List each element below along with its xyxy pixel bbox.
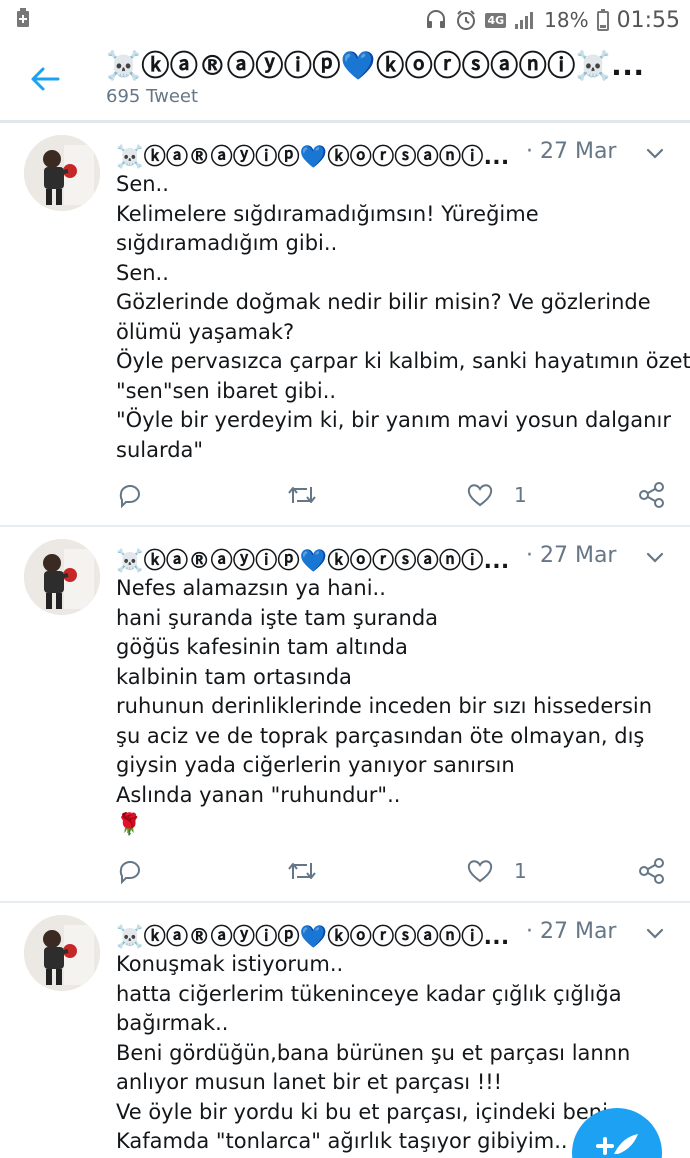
heart-icon: [467, 860, 493, 883]
tweet-line: ruhunun derinliklerinde inceden bir sızı…: [116, 694, 653, 718]
share-button[interactable]: [638, 479, 666, 511]
chevron-down-icon[interactable]: [644, 143, 666, 165]
headphones-icon: [427, 10, 446, 28]
like-count: 1: [514, 859, 527, 883]
battery-percent: 18%: [544, 8, 589, 32]
retweet-button[interactable]: [286, 855, 318, 887]
signal-icon: [515, 12, 534, 29]
tweet-line: Sen..: [116, 260, 169, 285]
battery-saver-icon: [17, 8, 29, 27]
share-button[interactable]: [638, 855, 666, 887]
chevron-down-icon[interactable]: [644, 923, 666, 945]
like-button[interactable]: 1: [466, 479, 527, 511]
tweet-actions: 1: [116, 855, 676, 887]
profile-header: ☠️ⓚⓐ®ⓐⓨⓘⓟ💙ⓚⓞⓡⓢⓐⓝⓘ☠️... 695 Tweet: [0, 40, 690, 120]
tweet[interactable]: ☠️ⓚⓐ®ⓐⓨⓘⓟ💙ⓚⓞⓡⓢⓐⓝⓘ... · 27 Mar Nefes alam…: [0, 527, 690, 899]
tweet-author[interactable]: ☠️ⓚⓐ®ⓐⓨⓘⓟ💙ⓚⓞⓡⓢⓐⓝⓘ...: [116, 919, 516, 951]
network-type: 4G: [485, 12, 507, 28]
alarm-icon: [457, 10, 476, 30]
tweet-line: "sen"sen ibaret gibi..: [116, 378, 337, 403]
tweet-author[interactable]: ☠️ⓚⓐ®ⓐⓨⓘⓟ💙ⓚⓞⓡⓢⓐⓝⓘ...: [116, 543, 516, 575]
retweet-icon: [288, 863, 316, 879]
tweet-line: giysin yada ciğerlerin yanıyor sanırsın: [116, 753, 515, 777]
compose-button[interactable]: [572, 1108, 662, 1158]
tweet-line: Sen..: [116, 172, 169, 196]
profile-title: ☠️ⓚⓐ®ⓐⓨⓘⓟ💙ⓚⓞⓡⓢⓐⓝⓘ☠️...: [106, 49, 645, 82]
share-icon: [639, 858, 664, 884]
status-bar: 4G 18% 01:55: [0, 0, 690, 40]
compose-icon: [596, 1134, 638, 1155]
tweet-line: ölümü yaşamak?: [116, 319, 295, 344]
rose-emoji: 🌹: [116, 812, 143, 836]
tweet-line: göğüs kafesinin tam altında: [116, 635, 408, 659]
tweet[interactable]: ☠️ⓚⓐ®ⓐⓨⓘⓟ💙ⓚⓞⓡⓢⓐⓝⓘ... · 27 Mar Sen.. Keli…: [0, 123, 690, 525]
tweet-line: Nefes alamazsın ya hani..: [116, 576, 386, 600]
chevron-down-icon[interactable]: [644, 547, 666, 569]
tweet-line: anlıyor musun lanet bir et parçası !!!: [116, 1070, 503, 1094]
tweet-line: Beni gördüğün,bana bürünen şu et parçası…: [116, 1040, 631, 1065]
tweet-line: bağırmak..: [116, 1011, 229, 1035]
tweet-author[interactable]: ☠️ⓚⓐ®ⓐⓨⓘⓟ💙ⓚⓞⓡⓢⓐⓝⓘ...: [116, 139, 516, 171]
battery-icon: [596, 9, 609, 31]
tweet-line: kalbinin tam ortasında: [116, 664, 352, 689]
tweet-line: "Öyle bir yerdeyim ki, bir yanım mavi yo…: [116, 408, 671, 432]
share-icon: [639, 482, 664, 508]
reply-icon: [119, 485, 140, 509]
tweet-date[interactable]: · 27 Mar: [526, 139, 616, 164]
avatar-image: [24, 539, 100, 615]
tweet-line: Konuşmak istiyorum..: [116, 952, 344, 976]
avatar-image: [24, 915, 100, 991]
tweet-line: Gözlerinde doğmak nedir bilir misin? Ve …: [116, 290, 651, 314]
arrow-left-icon[interactable]: [28, 62, 62, 96]
avatar[interactable]: [24, 135, 100, 211]
avatar[interactable]: [24, 539, 100, 615]
tweet-line: Öyle pervasızca çarpar ki kalbim, sanki …: [116, 349, 690, 373]
reply-button[interactable]: [116, 479, 144, 511]
reply-icon: [119, 861, 140, 885]
tweet-line: Aslında yanan "ruhundur"..: [116, 782, 401, 807]
clock: 01:55: [616, 7, 680, 33]
tweet-count: 695 Tweet: [106, 86, 199, 107]
avatar[interactable]: [24, 915, 100, 991]
tweet-line: sularda": [116, 437, 204, 462]
tweet-date[interactable]: · 27 Mar: [526, 919, 616, 944]
tweet-text: Nefes alamazsın ya hani.. hani şuranda i…: [116, 574, 676, 840]
tweet-line: hatta ciğerlerim tükeninceye kadar çığlı…: [116, 981, 622, 1006]
tweet-actions: 1: [116, 479, 676, 511]
tweet-line: sığdıramadığım gibi..: [116, 231, 338, 255]
tweet-line: şu aciz ve de toprak parçasından öte olm…: [116, 723, 645, 748]
tweet-date[interactable]: · 27 Mar: [526, 543, 616, 568]
like-button[interactable]: 1: [466, 855, 527, 887]
retweet-button[interactable]: [286, 479, 318, 511]
avatar-image: [24, 135, 100, 211]
heart-icon: [467, 484, 493, 507]
tweet-line: hani şuranda işte tam şuranda: [116, 605, 439, 630]
tweet-text: Sen.. Kelimelere sığdıramadığımsın! Yüre…: [116, 170, 690, 465]
retweet-icon: [288, 487, 316, 503]
reply-button[interactable]: [116, 855, 144, 887]
tweet-line: Kelimelere sığdıramadığımsın! Yüreğime: [116, 201, 539, 226]
like-count: 1: [514, 483, 527, 507]
